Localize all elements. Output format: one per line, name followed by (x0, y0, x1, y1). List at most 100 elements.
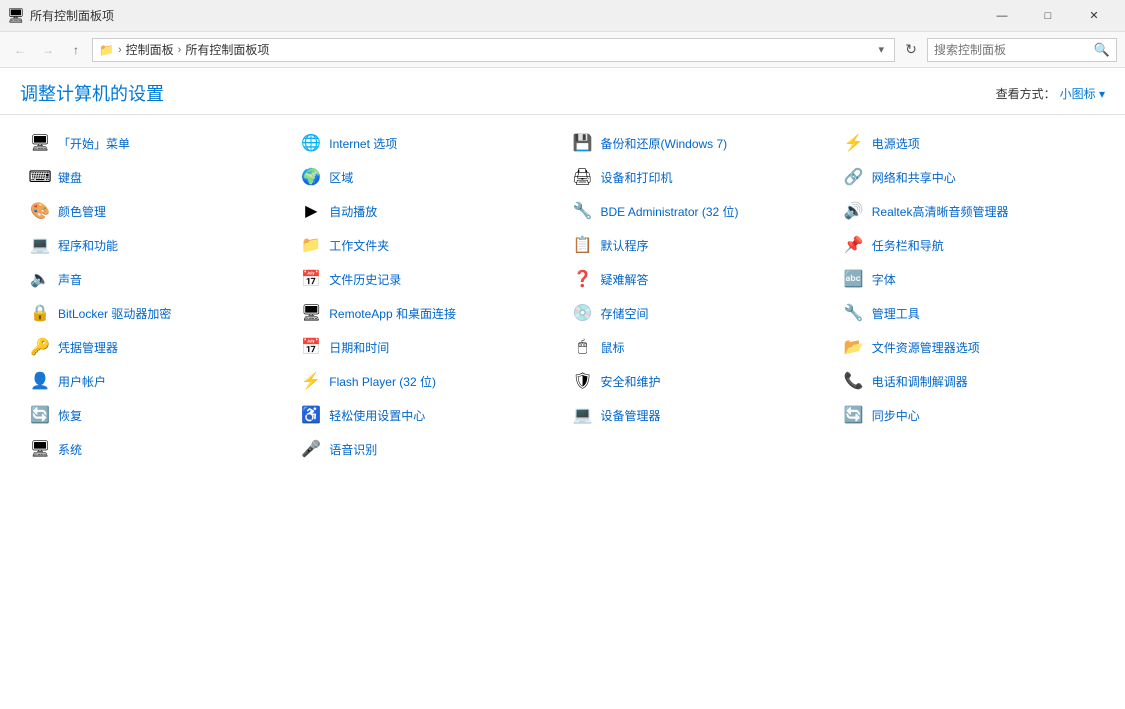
list-item[interactable]: 💾 备份和还原(Windows 7) (563, 127, 834, 159)
breadcrumb: 📁 › 控制面板 › 所有控制面板项 (99, 41, 269, 58)
item-label: 鼠标 (601, 339, 625, 356)
item-icon: 🔄 (28, 403, 52, 427)
item-label: 文件资源管理器选项 (872, 339, 980, 356)
list-item[interactable]: 🛡安全和维护 (563, 365, 834, 397)
list-item[interactable]: 🔑凭据管理器 (20, 331, 291, 363)
list-item[interactable]: 📋默认程序 (563, 229, 834, 261)
item-label: Internet 选项 (329, 135, 397, 152)
item-label: 轻松使用设置中心 (329, 407, 425, 424)
item-label: 键盘 (58, 169, 82, 186)
list-item[interactable]: 📁工作文件夹 (291, 229, 562, 261)
list-item[interactable]: 📂 文件资源管理器选项 (834, 331, 1105, 363)
up-button[interactable]: ↑ (64, 38, 88, 62)
item-label: 备份和还原(Windows 7) (601, 135, 728, 152)
item-label: 「开始」菜单 (58, 135, 130, 152)
item-icon: 🖱 (571, 335, 595, 359)
list-item[interactable]: 🔤字体 (834, 263, 1105, 295)
view-current[interactable]: 小图标 ▾ (1060, 85, 1105, 102)
item-icon: 📂 (842, 335, 866, 359)
list-item[interactable]: 🎤语音识别 (291, 433, 562, 465)
item-label: Realtek高清晰音频管理器 (872, 203, 1009, 220)
list-item[interactable]: 💿存储空间 (563, 297, 834, 329)
list-item[interactable]: ▶自动播放 (291, 195, 562, 227)
item-label: 字体 (872, 271, 896, 288)
close-button[interactable]: ✕ (1071, 0, 1117, 32)
item-label: 任务栏和导航 (872, 237, 944, 254)
forward-button[interactable]: → (36, 38, 60, 62)
item-icon: 🌍 (299, 165, 323, 189)
item-label: 设备管理器 (601, 407, 661, 424)
list-item[interactable]: 🔒BitLocker 驱动器加密 (20, 297, 291, 329)
item-icon: ⚡ (842, 131, 866, 155)
refresh-button[interactable]: ↻ (899, 38, 923, 62)
content-header: 调整计算机的设置 查看方式： 小图标 ▾ (0, 68, 1125, 115)
list-item[interactable]: ⌨键盘 (20, 161, 291, 193)
window-icon: 🖥 (8, 8, 24, 24)
item-label: 设备和打印机 (601, 169, 673, 186)
list-item[interactable]: 💻程序和功能 (20, 229, 291, 261)
item-label: RemoteApp 和桌面连接 (329, 305, 456, 322)
list-item[interactable]: 🖥 「开始」菜单 (20, 127, 291, 159)
item-label: 疑难解答 (601, 271, 649, 288)
item-icon: 🎨 (28, 199, 52, 223)
list-item[interactable]: 🖥 系统 (20, 433, 291, 465)
address-bar[interactable]: 📁 › 控制面板 › 所有控制面板项 ▾ (92, 38, 895, 62)
list-item[interactable]: 💻设备管理器 (563, 399, 834, 431)
item-icon: 📅 (299, 267, 323, 291)
item-icon: 🖥 (28, 437, 52, 461)
list-item[interactable]: 📞电话和调制解调器 (834, 365, 1105, 397)
window-controls: — □ ✕ (979, 0, 1117, 32)
list-item[interactable]: ❓疑难解答 (563, 263, 834, 295)
list-item[interactable]: 🔧BDE Administrator (32 位) (563, 195, 834, 227)
address-dropdown[interactable]: ▾ (874, 43, 888, 56)
item-label: 语音识别 (329, 441, 377, 458)
breadcrumb-sep2: › (178, 44, 182, 56)
list-item[interactable]: 📅文件历史记录 (291, 263, 562, 295)
nav-bar: ← → ↑ 📁 › 控制面板 › 所有控制面板项 ▾ ↻ 🔍 (0, 32, 1125, 68)
list-item[interactable]: ⚡ 电源选项 (834, 127, 1105, 159)
item-icon: 🔧 (842, 301, 866, 325)
search-icon[interactable]: 🔍 (1094, 42, 1110, 58)
list-item[interactable]: 🖨 设备和打印机 (563, 161, 834, 193)
view-label: 查看方式： (996, 85, 1056, 102)
item-icon: 🖨 (571, 165, 595, 189)
list-item[interactable]: ⚡Flash Player (32 位) (291, 365, 562, 397)
list-item[interactable]: 🖱 鼠标 (563, 331, 834, 363)
maximize-button[interactable]: □ (1025, 0, 1071, 32)
item-icon: 🔄 (842, 403, 866, 427)
list-item[interactable]: 🔄同步中心 (834, 399, 1105, 431)
item-icon: 🖥 (28, 131, 52, 155)
list-item[interactable]: 🔧管理工具 (834, 297, 1105, 329)
list-item[interactable]: 🔗网络和共享中心 (834, 161, 1105, 193)
list-item[interactable]: 👤用户帐户 (20, 365, 291, 397)
list-item[interactable]: 🖥RemoteApp 和桌面连接 (291, 297, 562, 329)
list-item[interactable]: ♿轻松使用设置中心 (291, 399, 562, 431)
list-item[interactable]: 🔊Realtek高清晰音频管理器 (834, 195, 1105, 227)
item-label: 凭据管理器 (58, 339, 118, 356)
item-label: 系统 (58, 441, 82, 458)
breadcrumb-part1: 控制面板 (126, 41, 174, 58)
breadcrumb-icon: 📁 (99, 43, 114, 57)
item-label: 区域 (329, 169, 353, 186)
search-box: 🔍 (927, 38, 1117, 62)
list-item[interactable]: 📌任务栏和导航 (834, 229, 1105, 261)
item-icon: 🔒 (28, 301, 52, 325)
item-icon: 📞 (842, 369, 866, 393)
item-icon: 🔈 (28, 267, 52, 291)
back-button[interactable]: ← (8, 38, 32, 62)
item-label: 工作文件夹 (329, 237, 389, 254)
item-label: 恢复 (58, 407, 82, 424)
item-icon: 💾 (571, 131, 595, 155)
items-grid: 🖥 「开始」菜单 🌐Internet 选项 💾 备份和还原(Windows 7) ⚡ 电源选… (0, 115, 1125, 477)
list-item[interactable]: 🌐Internet 选项 (291, 127, 562, 159)
list-item[interactable]: 📅日期和时间 (291, 331, 562, 363)
item-label: 电源选项 (872, 135, 920, 152)
minimize-button[interactable]: — (979, 0, 1025, 32)
list-item[interactable]: 🎨 颜色管理 (20, 195, 291, 227)
item-icon: ⚡ (299, 369, 323, 393)
item-label: 颜色管理 (58, 203, 106, 220)
search-input[interactable] (934, 43, 1094, 57)
list-item[interactable]: 🔄 恢复 (20, 399, 291, 431)
list-item[interactable]: 🌍 区域 (291, 161, 562, 193)
list-item[interactable]: 🔈声音 (20, 263, 291, 295)
